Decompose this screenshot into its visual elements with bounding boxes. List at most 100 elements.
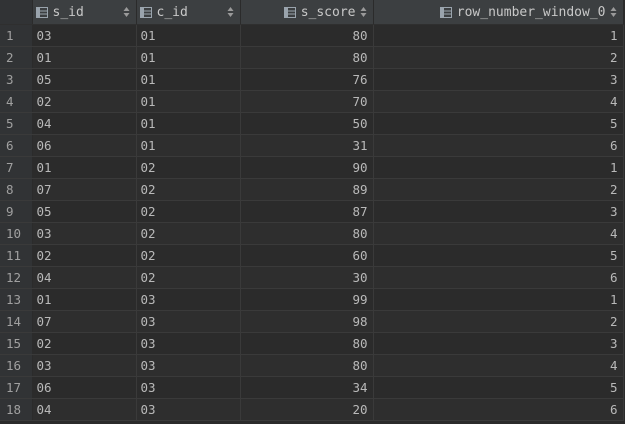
cell-s-score[interactable]: 31 xyxy=(240,134,374,157)
row-number[interactable]: 10 xyxy=(0,222,33,245)
cell-s-score[interactable]: 87 xyxy=(240,200,374,223)
table-row[interactable]: 1 03 01 80 1 xyxy=(0,24,624,47)
cell-row-number-window-0[interactable]: 6 xyxy=(373,398,624,421)
cell-s-id[interactable]: 04 xyxy=(32,112,137,135)
cell-row-number-window-0[interactable]: 2 xyxy=(373,46,624,69)
table-row[interactable]: 14 07 03 98 2 xyxy=(0,310,624,333)
cell-s-id[interactable]: 07 xyxy=(32,310,137,333)
row-number[interactable]: 7 xyxy=(0,156,33,179)
row-number[interactable]: 1 xyxy=(0,24,33,47)
cell-c-id[interactable]: 02 xyxy=(136,244,241,267)
table-row[interactable]: 15 02 03 80 3 xyxy=(0,332,624,355)
cell-row-number-window-0[interactable]: 3 xyxy=(373,68,624,91)
row-number[interactable]: 14 xyxy=(0,310,33,333)
row-number[interactable]: 4 xyxy=(0,90,33,113)
cell-c-id[interactable]: 01 xyxy=(136,68,241,91)
row-number[interactable]: 18 xyxy=(0,398,33,421)
cell-c-id[interactable]: 02 xyxy=(136,222,241,245)
table-row[interactable]: 6 06 01 31 6 xyxy=(0,134,624,157)
sort-arrows-icon[interactable] xyxy=(227,7,234,17)
cell-row-number-window-0[interactable]: 5 xyxy=(373,112,624,135)
cell-row-number-window-0[interactable]: 5 xyxy=(373,244,624,267)
cell-row-number-window-0[interactable]: 1 xyxy=(373,24,624,47)
cell-s-id[interactable]: 07 xyxy=(32,178,137,201)
cell-s-score[interactable]: 80 xyxy=(240,332,374,355)
table-row[interactable]: 18 04 03 20 6 xyxy=(0,398,624,421)
cell-s-id[interactable]: 03 xyxy=(32,354,137,377)
table-row[interactable]: 12 04 02 30 6 xyxy=(0,266,624,289)
row-number[interactable]: 11 xyxy=(0,244,33,267)
table-row[interactable]: 3 05 01 76 3 xyxy=(0,68,624,91)
cell-s-score[interactable]: 70 xyxy=(240,90,374,113)
table-row[interactable]: 7 01 02 90 1 xyxy=(0,156,624,179)
column-header-s-id[interactable]: s_id xyxy=(32,0,137,25)
cell-row-number-window-0[interactable]: 4 xyxy=(373,90,624,113)
cell-c-id[interactable]: 01 xyxy=(136,134,241,157)
table-row[interactable]: 4 02 01 70 4 xyxy=(0,90,624,113)
cell-s-id[interactable]: 02 xyxy=(32,244,137,267)
cell-s-score[interactable]: 20 xyxy=(240,398,374,421)
column-header-row-number-window-0[interactable]: row_number_window_0 xyxy=(373,0,624,25)
cell-s-id[interactable]: 04 xyxy=(32,266,137,289)
cell-s-score[interactable]: 80 xyxy=(240,46,374,69)
cell-row-number-window-0[interactable]: 4 xyxy=(373,222,624,245)
cell-c-id[interactable]: 03 xyxy=(136,332,241,355)
cell-s-score[interactable]: 60 xyxy=(240,244,374,267)
cell-row-number-window-0[interactable]: 1 xyxy=(373,156,624,179)
sort-arrows-icon[interactable] xyxy=(360,7,367,17)
cell-c-id[interactable]: 02 xyxy=(136,266,241,289)
cell-s-id[interactable]: 05 xyxy=(32,200,137,223)
column-header-c-id[interactable]: c_id xyxy=(136,0,241,25)
row-number[interactable]: 16 xyxy=(0,354,33,377)
cell-s-score[interactable]: 98 xyxy=(240,310,374,333)
cell-c-id[interactable]: 02 xyxy=(136,156,241,179)
cell-s-id[interactable]: 02 xyxy=(32,332,137,355)
cell-s-id[interactable]: 02 xyxy=(32,90,137,113)
cell-s-score[interactable]: 76 xyxy=(240,68,374,91)
cell-row-number-window-0[interactable]: 2 xyxy=(373,310,624,333)
table-row[interactable]: 5 04 01 50 5 xyxy=(0,112,624,135)
cell-s-id[interactable]: 01 xyxy=(32,46,137,69)
cell-s-score[interactable]: 89 xyxy=(240,178,374,201)
table-row[interactable]: 13 01 03 99 1 xyxy=(0,288,624,311)
cell-c-id[interactable]: 03 xyxy=(136,310,241,333)
cell-s-score[interactable]: 50 xyxy=(240,112,374,135)
column-header-s-score[interactable]: s_score xyxy=(240,0,374,25)
cell-row-number-window-0[interactable]: 1 xyxy=(373,288,624,311)
cell-row-number-window-0[interactable]: 6 xyxy=(373,134,624,157)
cell-s-id[interactable]: 06 xyxy=(32,376,137,399)
cell-c-id[interactable]: 01 xyxy=(136,90,241,113)
cell-s-id[interactable]: 05 xyxy=(32,68,137,91)
cell-s-score[interactable]: 90 xyxy=(240,156,374,179)
row-number[interactable]: 15 xyxy=(0,332,33,355)
table-row[interactable]: 10 03 02 80 4 xyxy=(0,222,624,245)
row-number[interactable]: 6 xyxy=(0,134,33,157)
table-row[interactable]: 16 03 03 80 4 xyxy=(0,354,624,377)
cell-s-score[interactable]: 80 xyxy=(240,222,374,245)
cell-s-score[interactable]: 80 xyxy=(240,354,374,377)
cell-c-id[interactable]: 03 xyxy=(136,376,241,399)
cell-c-id[interactable]: 02 xyxy=(136,178,241,201)
row-number[interactable]: 2 xyxy=(0,46,33,69)
sort-arrows-icon[interactable] xyxy=(610,7,617,17)
cell-s-id[interactable]: 04 xyxy=(32,398,137,421)
row-number[interactable]: 9 xyxy=(0,200,33,223)
table-row[interactable]: 9 05 02 87 3 xyxy=(0,200,624,223)
table-row[interactable]: 2 01 01 80 2 xyxy=(0,46,624,69)
row-number-corner[interactable] xyxy=(0,0,33,25)
cell-s-id[interactable]: 06 xyxy=(32,134,137,157)
cell-row-number-window-0[interactable]: 5 xyxy=(373,376,624,399)
row-number[interactable]: 17 xyxy=(0,376,33,399)
cell-c-id[interactable]: 03 xyxy=(136,354,241,377)
cell-c-id[interactable]: 01 xyxy=(136,112,241,135)
cell-c-id[interactable]: 01 xyxy=(136,24,241,47)
cell-c-id[interactable]: 03 xyxy=(136,398,241,421)
sort-arrows-icon[interactable] xyxy=(123,7,130,17)
table-row[interactable]: 11 02 02 60 5 xyxy=(0,244,624,267)
cell-row-number-window-0[interactable]: 2 xyxy=(373,178,624,201)
row-number[interactable]: 13 xyxy=(0,288,33,311)
row-number[interactable]: 12 xyxy=(0,266,33,289)
cell-row-number-window-0[interactable]: 4 xyxy=(373,354,624,377)
cell-row-number-window-0[interactable]: 3 xyxy=(373,200,624,223)
cell-s-score[interactable]: 80 xyxy=(240,24,374,47)
